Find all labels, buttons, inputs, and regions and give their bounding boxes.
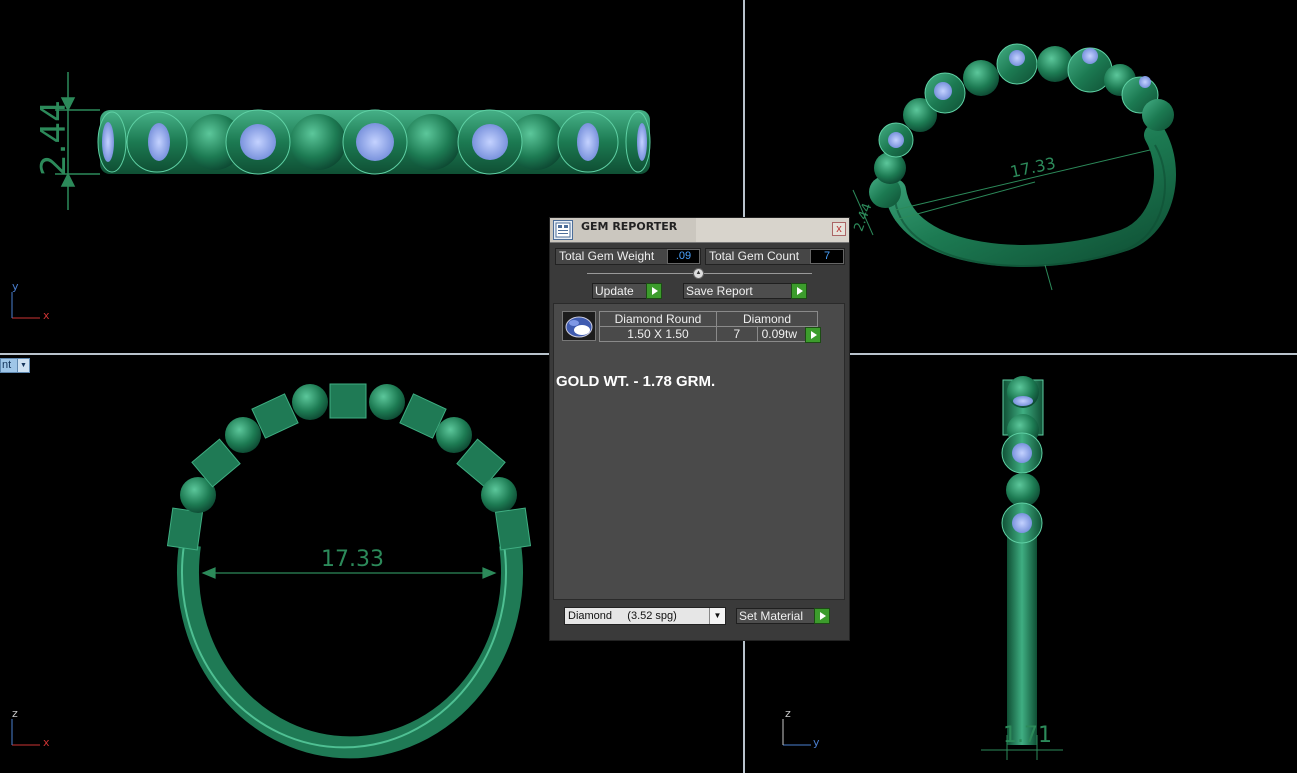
view-selector-label: nt (2, 359, 12, 371)
update-play-icon[interactable] (646, 283, 662, 299)
total-gem-count-value: 7 (810, 249, 844, 264)
total-gem-weight-value: .09 (667, 249, 700, 264)
save-report-play-icon[interactable] (791, 283, 807, 299)
gem-count-cell: 7 (716, 326, 758, 342)
gem-reporter-icon (553, 220, 573, 240)
dialog-title: GEM REPORTER (581, 220, 678, 233)
gem-shape-header: Diamond Round (599, 311, 717, 327)
axis-z-label: z (785, 707, 791, 720)
axis-y-label: y (813, 736, 820, 749)
gold-weight-note: GOLD WT. - 1.78 GRM. (556, 373, 716, 390)
axis-x-label: x (43, 309, 50, 322)
gem-size-cell: 1.50 X 1.50 (599, 326, 717, 342)
collapse-icon[interactable]: ▲ (693, 268, 704, 279)
dimension-label-1.71: 1.71 (1003, 723, 1052, 748)
close-icon[interactable]: x (832, 222, 846, 236)
gem-row-play-icon[interactable] (805, 327, 821, 343)
save-report-button[interactable]: Save Report (683, 283, 793, 299)
gem-type-header: Diamond (716, 311, 818, 327)
set-material-play-icon[interactable] (814, 608, 830, 624)
axis-z-label: z (12, 707, 18, 720)
gem-table: Diamond Round Diamond 1.50 X 1.50 7 0.09… (599, 311, 819, 342)
chevron-down-icon[interactable]: ▼ (17, 359, 29, 372)
gem-list-panel: Diamond Round Diamond 1.50 X 1.50 7 0.09… (553, 303, 845, 600)
dialog-title-bar[interactable]: GEM REPORTER x (550, 218, 849, 243)
ring-head (869, 43, 1174, 208)
front-head (166, 383, 532, 551)
update-button[interactable]: Update (592, 283, 648, 299)
dimension-label-2.44: 2.44 (34, 100, 74, 176)
material-select-value: Diamond (3.52 spg) (568, 610, 677, 622)
axis-y-label: y (12, 280, 19, 293)
gem-reporter-dialog[interactable]: GEM REPORTER x Total Gem Weight .09 Tota… (549, 217, 850, 641)
round-diamond-icon (562, 311, 596, 341)
dimension-label-17.33-front: 17.33 (321, 547, 384, 572)
view-selector-tab[interactable]: nt ▼ (0, 358, 30, 373)
chevron-down-icon[interactable]: ▼ (709, 608, 725, 624)
set-material-button[interactable]: Set Material (736, 608, 818, 624)
material-select[interactable]: Diamond (3.52 spg) ▼ (564, 607, 726, 625)
axis-x-label: x (43, 736, 50, 749)
